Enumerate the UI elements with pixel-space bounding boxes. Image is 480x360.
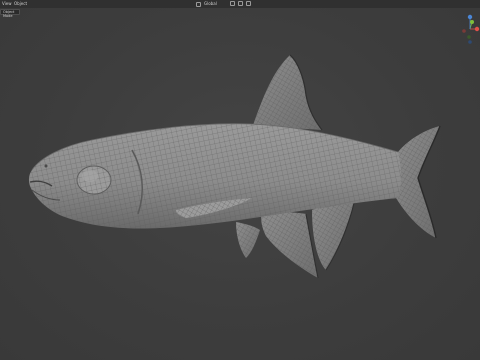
pelvic-fin bbox=[261, 212, 319, 279]
fish-eye bbox=[76, 165, 112, 195]
dorsal-fin bbox=[252, 54, 323, 131]
fish-mesh[interactable] bbox=[0, 0, 480, 360]
3d-viewport[interactable]: View Object Global Object Mode bbox=[0, 0, 480, 360]
ventral-fin bbox=[236, 222, 260, 258]
